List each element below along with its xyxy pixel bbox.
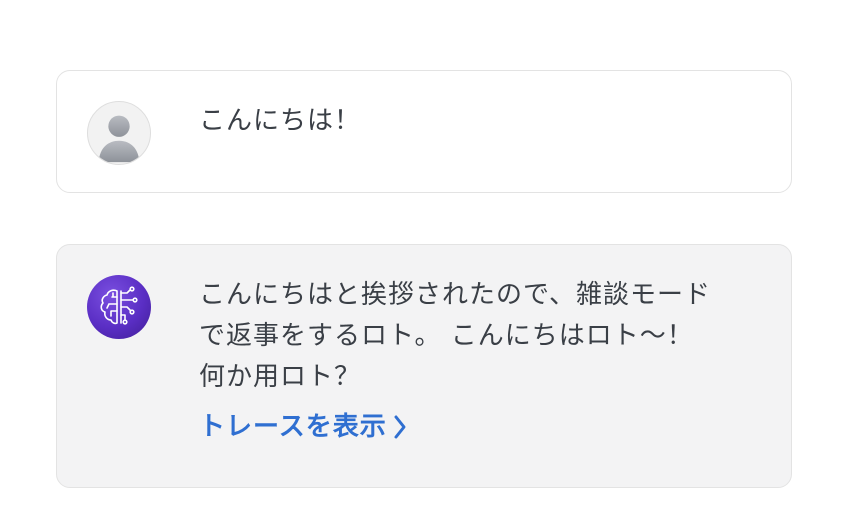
user-message-text: こんにちは！ (199, 106, 362, 136)
chat-thread: こんにちは！ こんにちはと挨拶されたので、雑談モード で返事をするロト。 こんに… (0, 0, 842, 522)
bot-message-line: こんにちはと挨拶されたので、雑談モード (199, 280, 711, 310)
bot-message-text: こんにちはと挨拶されたので、雑談モード で返事をするロト。 こんにちはロト〜！ … (199, 275, 711, 398)
bot-message-line: で返事をするロト。 こんにちはロト〜！ (199, 321, 694, 351)
show-trace-link[interactable]: トレースを表示 (199, 409, 407, 445)
bot-message-line: 何か用ロト？ (199, 362, 362, 392)
user-message: こんにちは！ (56, 70, 792, 193)
show-trace-label: トレースを表示 (199, 412, 387, 442)
chevron-right-icon (393, 414, 407, 440)
bot-message: こんにちはと挨拶されたので、雑談モード で返事をするロト。 こんにちはロト〜！ … (56, 244, 792, 488)
user-avatar-icon (87, 101, 151, 165)
ai-brain-circuit-icon (87, 275, 151, 339)
